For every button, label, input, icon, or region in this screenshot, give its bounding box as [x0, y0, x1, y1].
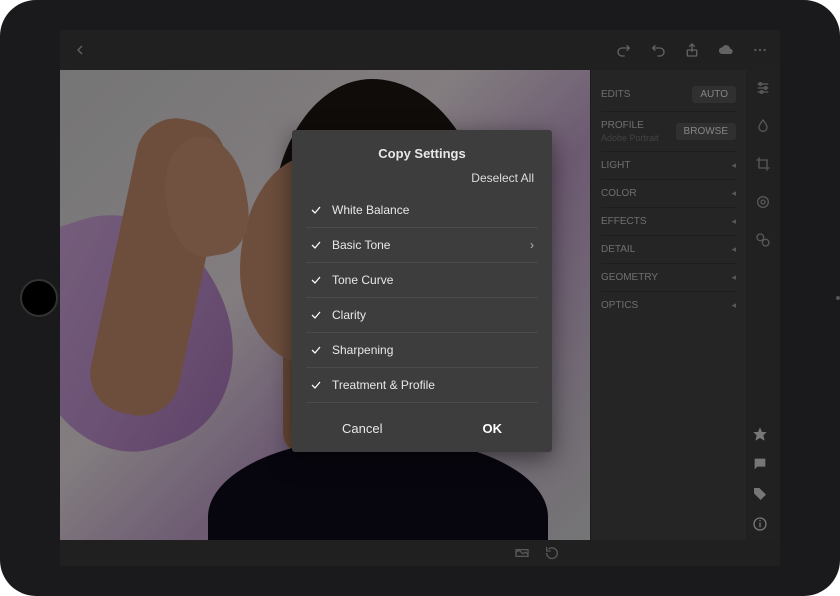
- panel-section-color[interactable]: COLOR ◂: [601, 180, 736, 208]
- cloud-icon[interactable]: [718, 42, 734, 58]
- adjust-icon[interactable]: [755, 232, 771, 248]
- section-label: GEOMETRY: [601, 272, 658, 283]
- setting-label: Basic Tone: [332, 238, 520, 252]
- panel-section-effects[interactable]: EFFECTS ◂: [601, 208, 736, 236]
- check-icon: [310, 274, 322, 286]
- setting-clarity[interactable]: Clarity: [306, 298, 538, 333]
- info-icon[interactable]: [752, 516, 768, 532]
- bottom-toolbar: [60, 540, 780, 566]
- panel-row-edits: EDITS AUTO: [601, 78, 736, 112]
- side-button: [836, 296, 840, 300]
- caret-icon: ◂: [731, 244, 736, 255]
- target-icon[interactable]: [755, 194, 771, 210]
- redo-icon[interactable]: [616, 42, 632, 58]
- cancel-button[interactable]: Cancel: [342, 421, 382, 436]
- setting-label: White Balance: [332, 203, 534, 217]
- back-icon[interactable]: [72, 42, 88, 58]
- star-icon[interactable]: [752, 426, 768, 442]
- panel-row-profile: PROFILE Adobe Portrait BROWSE: [601, 112, 736, 152]
- setting-label: Sharpening: [332, 343, 534, 357]
- app-screen: EDITS AUTO PROFILE Adobe Portrait BROWSE…: [60, 30, 780, 566]
- ok-button[interactable]: OK: [482, 421, 502, 436]
- auto-button[interactable]: AUTO: [692, 86, 736, 103]
- modal-list: White Balance Basic Tone › Tone Curve Cl…: [292, 193, 552, 403]
- caret-icon: ◂: [731, 272, 736, 283]
- setting-treatment-profile[interactable]: Treatment & Profile: [306, 368, 538, 403]
- section-label: DETAIL: [601, 244, 635, 255]
- deselect-all-button[interactable]: Deselect All: [292, 171, 552, 193]
- setting-sharpening[interactable]: Sharpening: [306, 333, 538, 368]
- check-icon: [310, 309, 322, 321]
- section-label: COLOR: [601, 188, 637, 199]
- panel-section-geometry[interactable]: GEOMETRY ◂: [601, 264, 736, 292]
- ipad-frame: EDITS AUTO PROFILE Adobe Portrait BROWSE…: [0, 0, 840, 596]
- reset-icon[interactable]: [544, 545, 560, 561]
- comment-icon[interactable]: [752, 456, 768, 472]
- modal-title: Copy Settings: [292, 130, 552, 171]
- caret-icon: ◂: [731, 300, 736, 311]
- top-toolbar: [60, 30, 780, 70]
- browse-button[interactable]: BROWSE: [676, 123, 736, 140]
- caret-icon: ◂: [731, 188, 736, 199]
- copy-settings-modal: Copy Settings Deselect All White Balance…: [292, 130, 552, 452]
- undo-icon[interactable]: [650, 42, 666, 58]
- chevron-right-icon: ›: [530, 238, 534, 252]
- droplet-icon[interactable]: [755, 118, 771, 134]
- crop-icon[interactable]: [755, 156, 771, 172]
- photo-dress: [208, 437, 548, 540]
- setting-tone-curve[interactable]: Tone Curve: [306, 263, 538, 298]
- check-icon: [310, 204, 322, 216]
- right-bottom-icons: [746, 426, 774, 532]
- edits-label: EDITS: [601, 89, 630, 100]
- profile-label: PROFILE: [601, 120, 659, 131]
- check-icon: [310, 239, 322, 251]
- panel-section-light[interactable]: LIGHT ◂: [601, 152, 736, 180]
- share-icon[interactable]: [684, 42, 700, 58]
- tag-icon[interactable]: [752, 486, 768, 502]
- panel-section-optics[interactable]: OPTICS ◂: [601, 292, 736, 319]
- setting-basic-tone[interactable]: Basic Tone ›: [306, 228, 538, 263]
- section-label: EFFECTS: [601, 216, 647, 227]
- check-icon: [310, 344, 322, 356]
- setting-label: Tone Curve: [332, 273, 534, 287]
- profile-value: Adobe Portrait: [601, 133, 659, 143]
- setting-label: Treatment & Profile: [332, 378, 534, 392]
- modal-actions: Cancel OK: [292, 403, 552, 452]
- setting-label: Clarity: [332, 308, 534, 322]
- caret-icon: ◂: [731, 160, 736, 171]
- setting-white-balance[interactable]: White Balance: [306, 193, 538, 228]
- more-icon[interactable]: [752, 42, 768, 58]
- section-label: LIGHT: [601, 160, 630, 171]
- check-icon: [310, 379, 322, 391]
- sliders-icon[interactable]: [755, 80, 771, 96]
- home-button[interactable]: [20, 279, 58, 317]
- panel-section-detail[interactable]: DETAIL ◂: [601, 236, 736, 264]
- section-label: OPTICS: [601, 300, 638, 311]
- caret-icon: ◂: [731, 216, 736, 227]
- filmstrip-icon[interactable]: [514, 545, 530, 561]
